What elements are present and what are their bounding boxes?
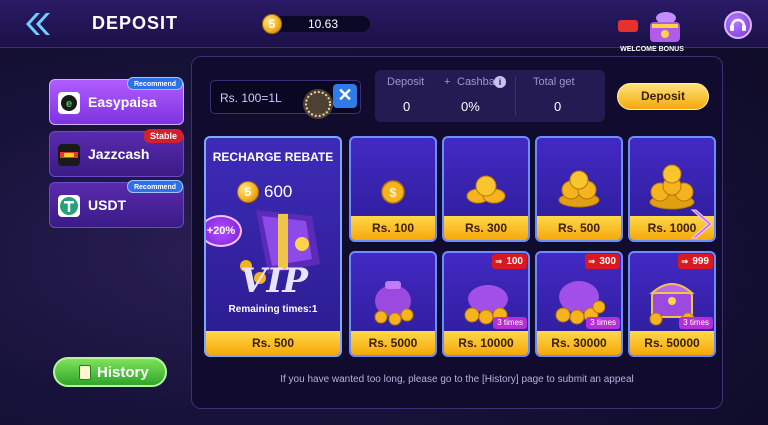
times-tag: 3 times xyxy=(679,317,713,329)
tile-price: Rs. 5000 xyxy=(351,331,435,355)
coin-pouch-icon xyxy=(374,281,414,326)
balance-value: 10.63 xyxy=(308,17,339,31)
deposit-label: Deposit xyxy=(387,76,425,88)
easypaisa-logo-icon: e xyxy=(58,92,80,114)
deposit-option-tile[interactable]: 999 3 times Rs. 50000 xyxy=(628,251,716,357)
tile-price: Rs. 100 xyxy=(351,216,435,240)
history-button[interactable]: History xyxy=(53,357,167,387)
clear-input-button[interactable]: ✕ xyxy=(333,84,357,108)
total-get-label: Total get xyxy=(533,76,575,88)
single-coin-icon: $ xyxy=(381,180,405,204)
times-tag: 3 times xyxy=(493,317,527,329)
payment-method-easypaisa[interactable]: e Easypaisa Recommend xyxy=(49,77,184,125)
cashback-value: 0% xyxy=(461,99,480,114)
tile-price: Rs. 10000 xyxy=(444,331,528,355)
headset-icon xyxy=(730,18,746,31)
times-tag: 3 times xyxy=(586,317,620,329)
deposit-option-tile[interactable]: $ Rs. 100 xyxy=(349,136,437,242)
tile-price: Rs. 50000 xyxy=(630,331,714,355)
deposit-option-tile[interactable]: Rs. 300 xyxy=(442,136,530,242)
clipboard-icon xyxy=(79,365,91,380)
bonus-plus-tag: 300 xyxy=(585,254,620,269)
svg-text:VIP: VIP xyxy=(240,261,309,299)
deposit-value: 0 xyxy=(403,99,411,114)
top-bar: DEPOSIT 10.63 5 WELCOME BONUS xyxy=(0,0,768,53)
plus-sign: + xyxy=(444,76,451,88)
total-get-value: 0 xyxy=(554,99,562,114)
info-icon[interactable]: i xyxy=(494,76,506,88)
recharge-rebate-title: RECHARGE REBATE xyxy=(212,150,334,164)
remaining-times: Remaining times:1 xyxy=(228,304,318,315)
coin-icon: 5 xyxy=(262,14,282,34)
tile-price: Rs. 300 xyxy=(444,216,528,240)
gift-box-icon xyxy=(618,12,680,42)
deposit-summary: Deposit + Cashback i 0 0% Total get 0 xyxy=(375,70,605,122)
coin-icon: 5 xyxy=(237,181,259,203)
page-title: DEPOSIT xyxy=(92,13,179,33)
svg-text:e: e xyxy=(66,98,72,110)
back-arrow-icon[interactable] xyxy=(22,10,52,38)
recharge-rebate-card[interactable]: RECHARGE REBATE 5 600 VIP +20% Remaining… xyxy=(204,136,342,357)
bonus-plus-tag: 999 xyxy=(678,254,713,269)
history-label: History xyxy=(97,364,149,381)
jazzcash-logo-icon xyxy=(58,144,80,166)
tile-price: Rs. 500 xyxy=(537,216,621,240)
payment-method-label: Easypaisa xyxy=(88,94,157,110)
deposit-option-tile[interactable]: Rs. 5000 xyxy=(349,251,437,357)
coin-stack-icon xyxy=(466,175,506,204)
payment-method-label: USDT xyxy=(88,197,127,213)
coin-pile-icon xyxy=(649,164,695,210)
svg-text:$: $ xyxy=(389,185,397,200)
payment-method-usdt[interactable]: USDT Recommend xyxy=(49,180,184,228)
welcome-bonus-label: WELCOME BONUS xyxy=(620,46,684,53)
recommend-badge: Recommend xyxy=(126,77,183,90)
vip-card-price: Rs. 500 xyxy=(206,331,340,355)
divider xyxy=(515,76,516,116)
chevron-right-icon[interactable] xyxy=(688,208,712,240)
appeal-note: If you have wanted too long, please go t… xyxy=(280,374,634,385)
payment-method-jazzcash[interactable]: Jazzcash Stable xyxy=(49,129,184,177)
payment-method-label: Jazzcash xyxy=(88,146,150,162)
sparkle-icon xyxy=(303,89,333,119)
coin-pile-icon xyxy=(558,170,600,208)
tether-logo-icon xyxy=(58,195,80,217)
recommend-badge: Recommend xyxy=(126,180,183,193)
balance-display: 10.63 xyxy=(272,16,370,32)
deposit-button[interactable]: Deposit xyxy=(617,83,709,110)
customer-service-button[interactable] xyxy=(724,11,752,39)
deposit-option-tile[interactable]: 100 3 times Rs. 10000 xyxy=(442,251,530,357)
welcome-bonus-button[interactable]: WELCOME BONUS xyxy=(612,10,692,54)
deposit-option-tile[interactable]: 300 3 times Rs. 30000 xyxy=(535,251,623,357)
rebate-amount: 600 xyxy=(264,182,293,201)
bonus-plus-tag: 100 xyxy=(492,254,527,269)
tile-price: Rs. 30000 xyxy=(537,331,621,355)
stable-badge: Stable xyxy=(143,129,183,143)
deposit-option-tile[interactable]: Rs. 500 xyxy=(535,136,623,242)
amount-input-placeholder: Rs. 100=1L xyxy=(220,91,282,105)
